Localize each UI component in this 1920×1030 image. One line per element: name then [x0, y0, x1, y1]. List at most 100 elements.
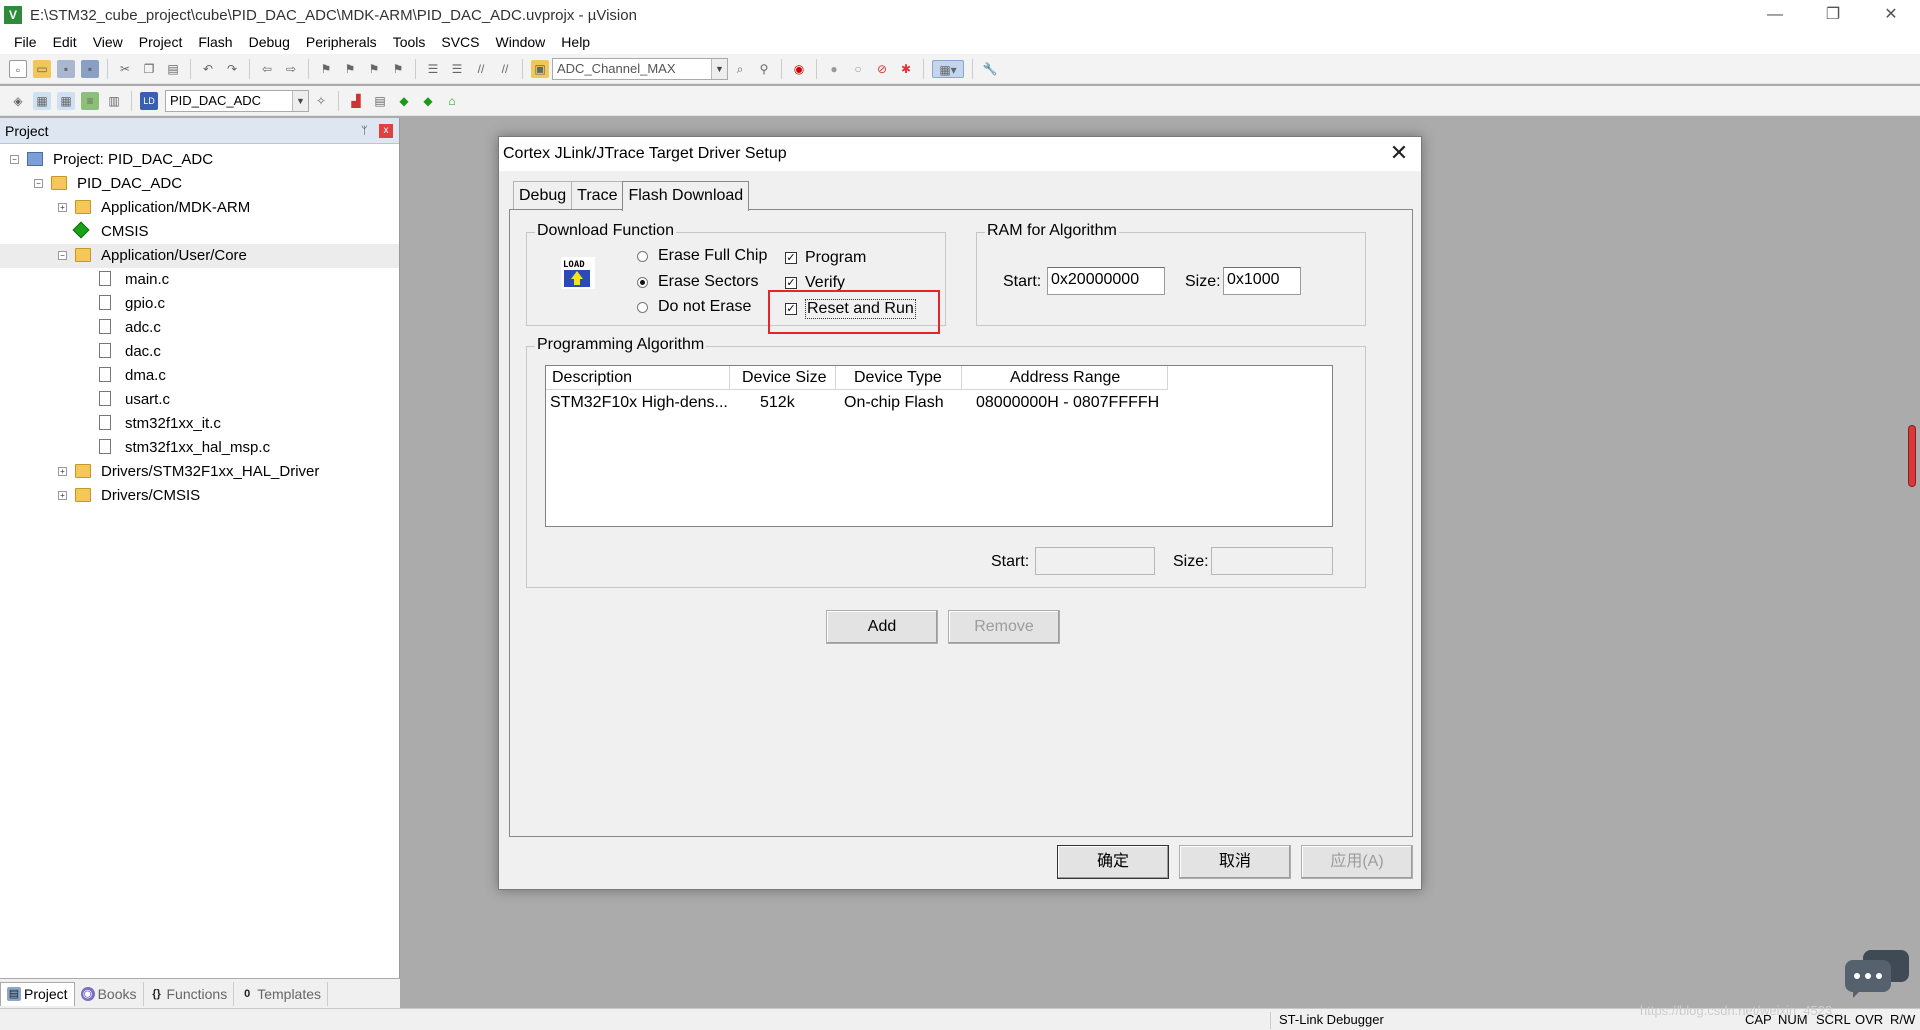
next-bookmark-icon[interactable]: ⚑ [365, 60, 383, 78]
find-icon[interactable]: ⌕ [731, 60, 749, 78]
expand-icon[interactable]: + [58, 203, 67, 212]
col-device-size[interactable]: Device Size [730, 366, 836, 390]
tree-item[interactable]: main.c [0, 268, 399, 292]
open-file-icon[interactable]: ▭ [33, 59, 51, 78]
collapse-icon[interactable]: − [34, 179, 43, 188]
tree-item[interactable]: CMSIS [0, 220, 399, 244]
manage-project-items-icon[interactable]: ▟ [347, 92, 365, 110]
tree-item[interactable]: stm32f1xx_it.c [0, 412, 399, 436]
paste-icon[interactable]: ▤ [164, 60, 182, 78]
tree-item[interactable]: − Project: PID_DAC_ADC [0, 148, 399, 172]
download-load-icon[interactable]: LD [140, 91, 158, 110]
col-device-type[interactable]: Device Type [836, 366, 962, 390]
tree-item[interactable]: stm32f1xx_hal_msp.c [0, 436, 399, 460]
target-options-icon[interactable]: ✧ [312, 92, 330, 110]
ram-start-input[interactable]: 0x20000000 [1047, 267, 1165, 295]
tree-item[interactable]: dac.c [0, 340, 399, 364]
tab-project[interactable]: ▤ Project [0, 981, 75, 1006]
rebuild-icon[interactable]: ▦ [57, 91, 75, 110]
algo-size-input[interactable] [1211, 547, 1333, 575]
tree-item[interactable]: adc.c [0, 316, 399, 340]
copy-icon[interactable]: ❐ [140, 60, 158, 78]
window-layout-icon[interactable]: ▦▾ [932, 59, 964, 78]
new-file-icon[interactable]: ▫ [9, 59, 27, 78]
tab-trace[interactable]: Trace [571, 181, 624, 209]
restore-button[interactable]: ❐ [1804, 0, 1862, 30]
find-in-files-icon[interactable]: ▣ [531, 59, 549, 78]
remove-button[interactable]: Remove [948, 610, 1060, 644]
tab-functions[interactable]: {} Functions [144, 981, 235, 1006]
add-button[interactable]: Add [826, 610, 938, 644]
prev-bookmark-icon[interactable]: ⚑ [341, 60, 359, 78]
indent-icon[interactable]: ☰ [424, 60, 442, 78]
cancel-button[interactable]: 取消 [1179, 845, 1291, 879]
translate-icon[interactable]: ◈ [9, 92, 27, 110]
menu-edit[interactable]: Edit [45, 30, 85, 54]
col-address-range[interactable]: Address Range [962, 366, 1168, 390]
save-icon[interactable]: ▪ [57, 59, 75, 78]
close-window-button[interactable]: ✕ [1862, 0, 1920, 30]
apply-button[interactable]: 应用(A) [1301, 845, 1413, 879]
menu-debug[interactable]: Debug [241, 30, 298, 54]
close-panel-icon[interactable]: x [379, 123, 393, 138]
expand-icon[interactable]: + [58, 491, 67, 500]
col-description[interactable]: Description [546, 366, 730, 390]
find-combo[interactable]: ADC_Channel_MAX ▼ [552, 57, 728, 80]
menu-window[interactable]: Window [488, 30, 554, 54]
tab-flash-download[interactable]: Flash Download [622, 181, 750, 211]
menu-tools[interactable]: Tools [385, 30, 434, 54]
disable-breakpoint-icon[interactable]: ○ [849, 60, 867, 78]
pin-icon[interactable]: ᛘ [361, 125, 375, 137]
kill-all-breakpoints-icon[interactable]: ✱ [897, 60, 915, 78]
do-not-erase-radio[interactable]: Do not Erase [637, 298, 751, 316]
start-debug-icon[interactable]: ◉ [790, 60, 808, 78]
collapse-icon[interactable]: − [10, 155, 19, 164]
menu-peripherals[interactable]: Peripherals [298, 30, 385, 54]
tree-item[interactable]: − Application/User/Core [0, 244, 399, 268]
manage-rte-icon[interactable]: ▤ [371, 92, 389, 110]
target-select-combo[interactable]: PID_DAC_ADC ▼ [165, 89, 309, 112]
pack-installer-icon[interactable]: ◆ [419, 92, 437, 110]
menu-file[interactable]: File [6, 30, 45, 54]
comment-icon[interactable]: // [472, 60, 490, 78]
menu-svcs[interactable]: SVCS [433, 30, 487, 54]
tree-item[interactable]: + Drivers/STM32F1xx_HAL_Driver [0, 460, 399, 484]
algorithm-list[interactable]: Description Device Size Device Type Addr… [545, 365, 1333, 527]
tab-templates[interactable]: 0 Templates [234, 981, 329, 1006]
tab-books[interactable]: ◉ Books [75, 981, 144, 1006]
chat-bubble-icon[interactable] [1843, 948, 1911, 998]
tree-item[interactable]: gpio.c [0, 292, 399, 316]
disable-all-breakpoints-icon[interactable]: ⊘ [873, 60, 891, 78]
incremental-find-icon[interactable]: ⚲ [755, 60, 773, 78]
rte-config-icon[interactable]: ⌂ [443, 92, 461, 110]
uncomment-icon[interactable]: // [496, 60, 514, 78]
cut-icon[interactable]: ✂ [116, 60, 134, 78]
close-icon[interactable]: ✕ [1387, 141, 1411, 165]
configure-icon[interactable]: 🔧 [981, 60, 999, 78]
program-checkbox[interactable]: ✓ Program [785, 249, 866, 267]
chevron-down-icon[interactable]: ▼ [711, 58, 727, 79]
breakpoint-icon[interactable]: ● [825, 60, 843, 78]
tree-item[interactable]: dma.c [0, 364, 399, 388]
table-row[interactable]: STM32F10x High-dens... 512k On-chip Flas… [546, 392, 1182, 414]
menu-project[interactable]: Project [131, 30, 191, 54]
nav-back-icon[interactable]: ⇦ [258, 60, 276, 78]
undo-icon[interactable]: ↶ [199, 60, 217, 78]
stop-build-icon[interactable]: ▥ [105, 92, 123, 110]
unindent-icon[interactable]: ☰ [448, 60, 466, 78]
ram-size-input[interactable]: 0x1000 [1223, 267, 1301, 295]
algo-start-input[interactable] [1035, 547, 1155, 575]
chevron-down-icon[interactable]: ▼ [292, 90, 308, 111]
clear-bookmarks-icon[interactable]: ⚑ [389, 60, 407, 78]
ok-button[interactable]: 确定 [1057, 845, 1169, 879]
batch-build-icon[interactable]: ≡ [81, 91, 99, 110]
tree-item[interactable]: − PID_DAC_ADC [0, 172, 399, 196]
bookmark-icon[interactable]: ⚑ [317, 60, 335, 78]
select-packs-icon[interactable]: ◆ [395, 92, 413, 110]
tab-debug[interactable]: Debug [513, 181, 573, 209]
nav-forward-icon[interactable]: ⇨ [282, 60, 300, 78]
menu-help[interactable]: Help [553, 30, 598, 54]
menu-view[interactable]: View [85, 30, 131, 54]
save-all-icon[interactable]: ▪ [81, 59, 99, 78]
tree-item[interactable]: + Application/MDK-ARM [0, 196, 399, 220]
